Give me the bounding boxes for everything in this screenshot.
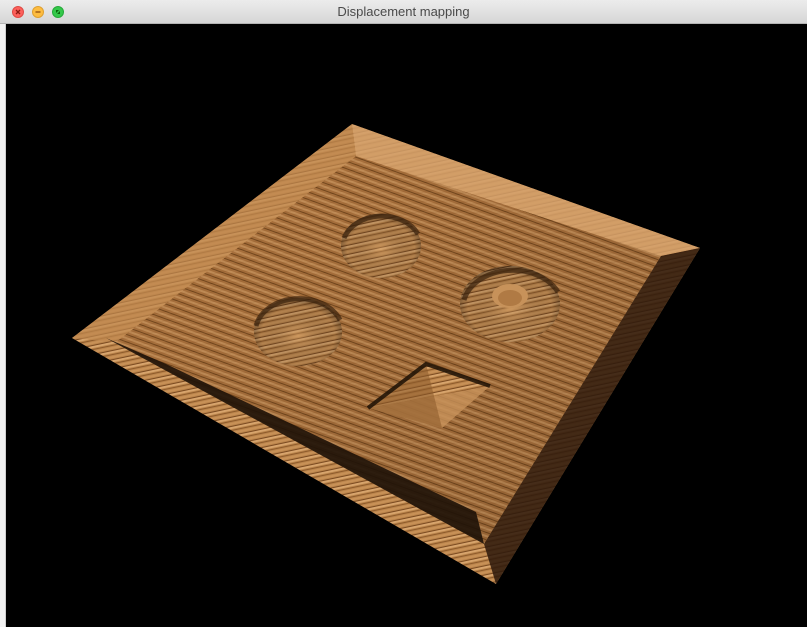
window-title: Displacement mapping [337, 4, 470, 19]
title-bar[interactable]: Displacement mapping [0, 0, 807, 24]
render-viewport[interactable] [6, 24, 807, 627]
displacement-scene [72, 124, 700, 584]
app-window: Displacement mapping [0, 0, 807, 627]
